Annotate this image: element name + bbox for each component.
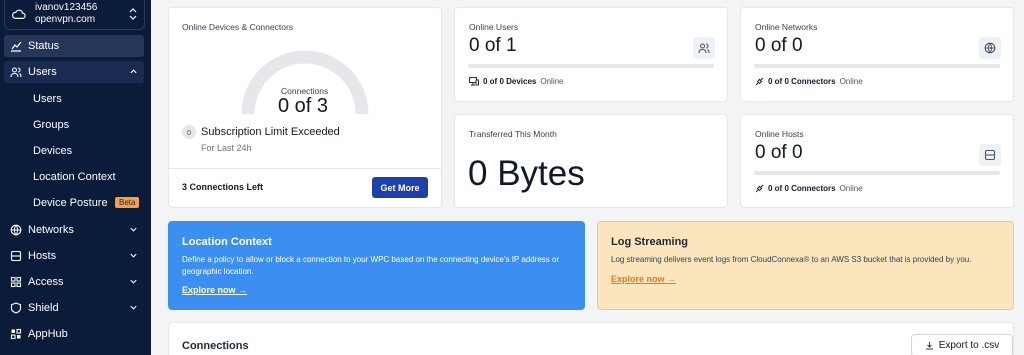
transferred-value: 0 Bytes [468, 154, 585, 193]
sidebar-item-hosts[interactable]: Hosts [4, 245, 144, 267]
connectors-online-footer: 0 of 0 Connectors Online [755, 77, 863, 86]
banner-title: Location Context [182, 236, 272, 248]
sidebar-item-users[interactable]: Users [4, 61, 144, 83]
footer-status: Online [839, 184, 863, 193]
online-hosts-value: 0 of 0 [755, 142, 803, 163]
server-icon [10, 250, 22, 262]
card-title: Online Hosts [755, 129, 804, 139]
sidebar-subitem-location-context[interactable]: Location Context [33, 171, 116, 183]
explore-link[interactable]: Explore now → [182, 285, 247, 295]
online-users-value: 0 of 1 [469, 35, 517, 56]
globe-icon [979, 37, 1001, 59]
banner-title: Log Streaming [611, 236, 689, 248]
sidebar-subitem-device-posture[interactable]: Device Posture [33, 197, 108, 209]
grid-icon [10, 276, 22, 288]
card-title: Online Devices & Connectors [182, 22, 294, 32]
period-text: For Last 24h [201, 143, 252, 153]
get-more-button[interactable]: Get More [372, 177, 428, 198]
sidebar-item-networks[interactable]: Networks [4, 219, 144, 241]
online-hosts-card: Online Hosts 0 of 0 0 of 0 Connectors On… [740, 114, 1014, 208]
server-icon [979, 144, 1001, 166]
sidebar-item-label: Shield [28, 302, 59, 314]
org-switcher[interactable]: ivanov123456 openvpn.com [4, 0, 145, 30]
users-icon [693, 37, 715, 59]
online-networks-value: 0 of 0 [755, 35, 803, 56]
chevron-updown-icon [129, 8, 137, 20]
chart-icon [11, 41, 22, 52]
progress-bar [754, 64, 1000, 68]
org-domain: openvpn.com [35, 14, 96, 25]
apps-icon [10, 328, 22, 340]
explore-link[interactable]: Explore now → [611, 274, 676, 284]
chevron-up-icon [130, 69, 137, 74]
footer-count: 0 of 0 Connectors [768, 77, 836, 86]
divider [169, 168, 441, 169]
export-csv-button[interactable]: Export to .csv [911, 334, 1013, 355]
footer-status: Online [839, 77, 863, 86]
sidebar-subitem-devices[interactable]: Devices [33, 145, 72, 157]
progress-bar [754, 171, 1000, 175]
footer-count: 0 of 0 Connectors [768, 184, 836, 193]
sidebar-item-label: Status [28, 40, 60, 52]
location-context-banner: Location Context Define a policy to allo… [168, 221, 585, 310]
gauge-value: 0 of 3 [278, 95, 329, 117]
sidebar-item-label: AppHub [28, 328, 68, 340]
online-networks-card: Online Networks 0 of 0 0 of 0 Connectors… [740, 7, 1014, 102]
globe-icon [10, 224, 22, 236]
sidebar-item-label: Access [28, 276, 64, 288]
download-icon [925, 342, 933, 350]
subscription-limit-text: Subscription Limit Exceeded [201, 126, 340, 138]
footer-count: 0 of 0 Devices [483, 77, 537, 86]
sidebar: ivanov123456 openvpn.com Status Users Us… [0, 0, 151, 355]
sidebar-item-label: Networks [28, 224, 74, 236]
sidebar-item-access[interactable]: Access [4, 271, 144, 293]
devices-online-footer: 0 of 0 Devices Online [469, 77, 564, 86]
online-users-card: Online Users 0 of 1 0 of 0 Devices Onlin… [454, 7, 728, 102]
chevron-down-icon [130, 227, 137, 232]
footer-status: Online [540, 77, 564, 86]
chevron-down-icon [130, 305, 137, 310]
card-title: Online Networks [755, 22, 818, 32]
banner-text: Log streaming delivers event logs from C… [611, 255, 972, 264]
users-icon [10, 67, 22, 78]
chevron-down-icon [130, 279, 137, 284]
connectors-online-footer: 0 of 0 Connectors Online [755, 184, 863, 193]
cloud-icon [12, 9, 26, 19]
sidebar-subitem-users[interactable]: Users [33, 93, 62, 105]
card-title: Online Users [469, 22, 519, 32]
org-name: ivanov123456 [35, 2, 98, 13]
sidebar-item-label: Users [28, 66, 57, 78]
log-streaming-banner: Log Streaming Log streaming delivers eve… [597, 221, 1014, 310]
connections-card: Connections [168, 322, 1014, 355]
sidebar-item-status[interactable]: Status [4, 35, 144, 57]
chevron-down-icon [130, 253, 137, 258]
progress-bar [468, 64, 714, 68]
sidebar-item-apphub[interactable]: AppHub [4, 323, 144, 345]
devices-icon [469, 77, 479, 86]
sidebar-item-shield[interactable]: Shield [4, 297, 144, 319]
export-label: Export to .csv [938, 340, 1000, 351]
banner-text: Define a policy to allow or block a conn… [182, 255, 560, 276]
connections-left: 3 Connections Left [182, 182, 264, 192]
shield-icon [10, 302, 22, 314]
card-title: Transferred This Month [469, 129, 557, 139]
beta-badge: Beta [115, 197, 140, 208]
count-badge: 0 [182, 125, 196, 139]
plug-icon [755, 77, 764, 86]
sidebar-subitem-groups[interactable]: Groups [33, 119, 69, 131]
plug-icon [755, 184, 764, 193]
sidebar-item-label: Hosts [28, 250, 57, 262]
connections-title: Connections [182, 340, 249, 352]
